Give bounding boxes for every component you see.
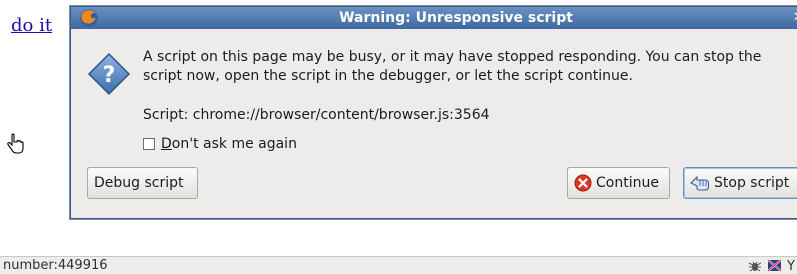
dont-ask-again-checkbox[interactable]: Don't ask me again: [143, 136, 297, 152]
dialog-message: A script on this page may be busy, or it…: [143, 49, 762, 84]
debug-script-label: Debug script: [94, 175, 184, 191]
bug-icon[interactable]: [747, 258, 763, 274]
checkbox-label: Don't ask me again: [161, 136, 297, 152]
hand-cursor-icon: [7, 133, 24, 154]
script-path-label: Script: chrome://browser/content/browser…: [143, 107, 490, 123]
stop-script-label: Stop script: [714, 175, 790, 191]
do-it-link[interactable]: do it: [11, 15, 52, 36]
dialog-title: Warning: Unresponsive script: [339, 10, 573, 26]
status-icons: Y: [747, 257, 797, 274]
continue-button[interactable]: Continue: [567, 167, 670, 199]
close-icon[interactable]: ✕: [793, 7, 797, 29]
status-flag-icon[interactable]: [767, 258, 783, 274]
debug-script-button[interactable]: Debug script: [87, 167, 198, 199]
svg-text:?: ?: [103, 63, 116, 88]
question-icon: ?: [87, 52, 131, 96]
browser-page: do it Warning: Unresponsive script ✕ ? A…: [0, 0, 797, 274]
stop-script-hand-icon: [690, 175, 710, 191]
unresponsive-script-dialog: Warning: Unresponsive script ✕ ? A scrip…: [70, 6, 797, 219]
status-bar: number:449916 Y: [0, 256, 797, 274]
continue-label: Continue: [596, 175, 659, 191]
stop-icon: [574, 174, 592, 192]
stop-script-button[interactable]: Stop script: [683, 167, 797, 199]
status-text: number:449916: [3, 258, 108, 273]
dialog-titlebar[interactable]: Warning: Unresponsive script ✕: [71, 7, 797, 29]
checkbox-box[interactable]: [143, 138, 155, 150]
status-tail-text: Y: [787, 258, 795, 274]
